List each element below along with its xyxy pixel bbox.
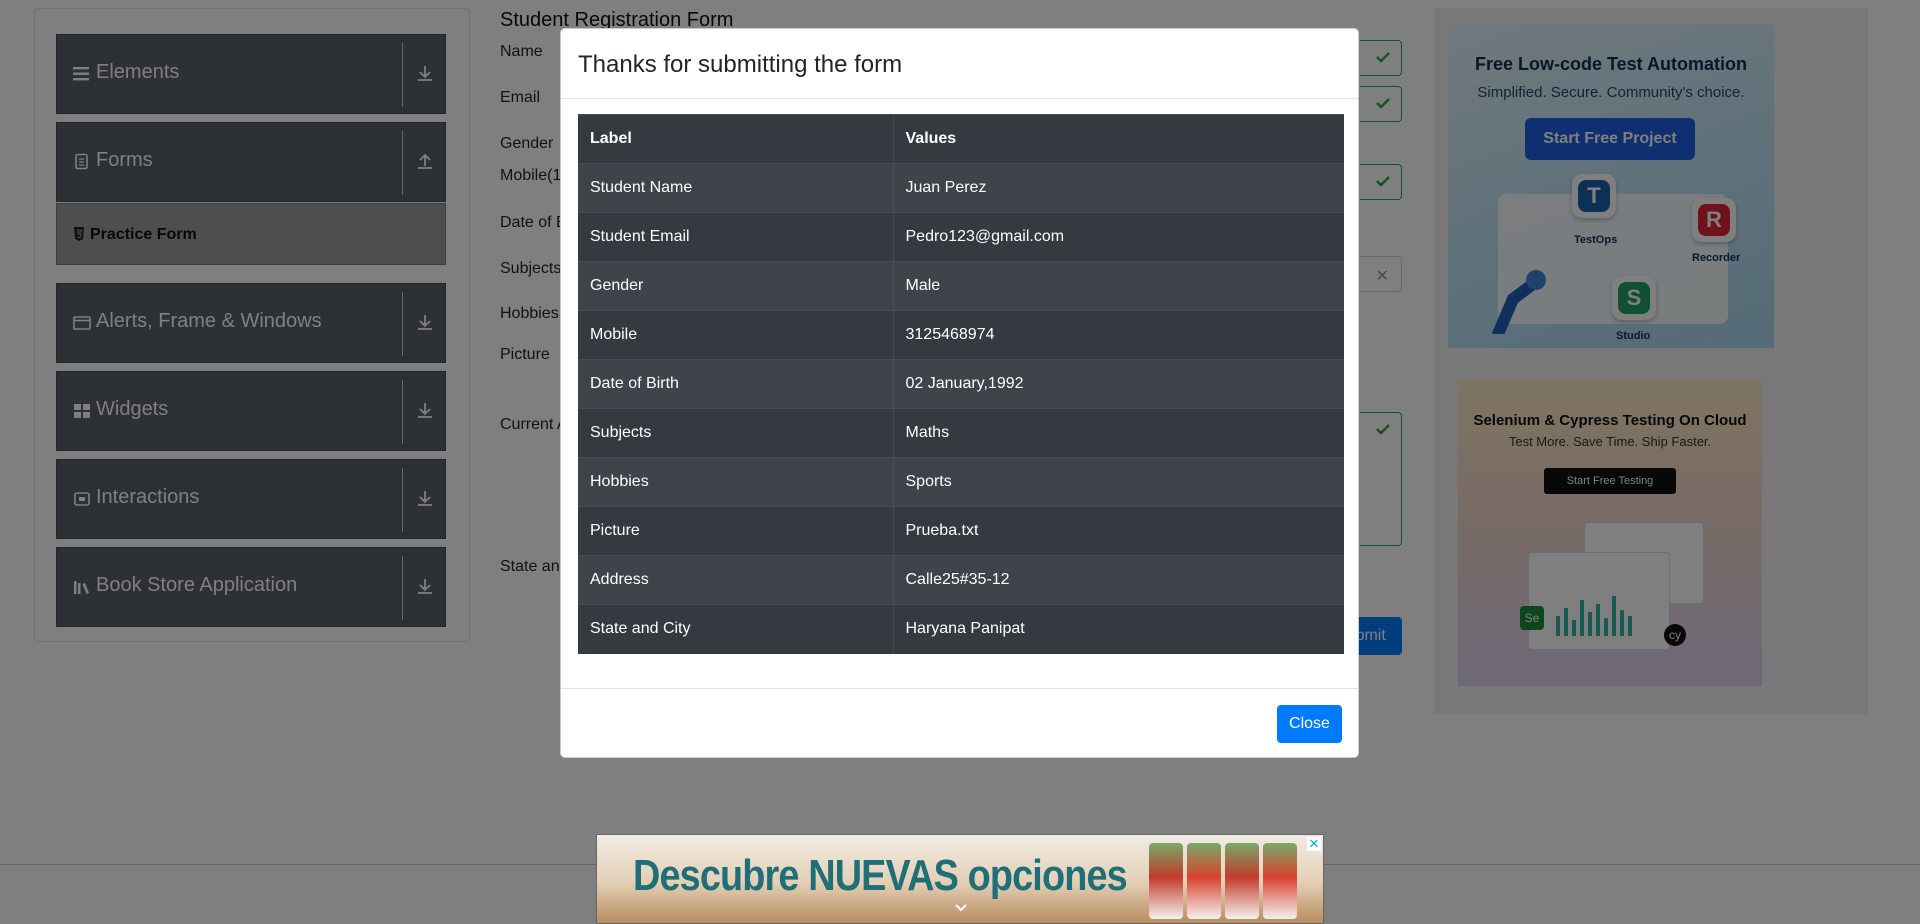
modal-header: Thanks for submitting the form — [561, 29, 1358, 99]
table-row: Hobbies Sports — [578, 457, 1344, 507]
modal-body: Label Values Student Name Juan Perez Stud… — [578, 114, 1344, 654]
modal-footer: Close — [561, 688, 1358, 759]
column-header-values: Values — [893, 114, 1344, 164]
close-button[interactable]: Close — [1277, 705, 1342, 743]
row-value: Prueba.txt — [893, 506, 1344, 556]
row-label: Student Email — [578, 212, 894, 262]
table-row: Mobile 3125468974 — [578, 310, 1344, 360]
row-label: Mobile — [578, 310, 894, 360]
row-value: Calle25#35-12 — [893, 555, 1344, 605]
chevron-down-icon[interactable] — [953, 899, 969, 915]
table-row: Picture Prueba.txt — [578, 506, 1344, 556]
submission-table: Label Values Student Name Juan Perez Stud… — [578, 114, 1344, 654]
row-value: 02 January,1992 — [893, 359, 1344, 409]
submission-modal: Thanks for submitting the form Label Val… — [560, 28, 1359, 758]
row-label: State and City — [578, 604, 894, 654]
product-can-image — [1225, 843, 1259, 919]
row-label: Address — [578, 555, 894, 605]
row-label: Gender — [578, 261, 894, 311]
table-row: Address Calle25#35-12 — [578, 555, 1344, 605]
row-label: Date of Birth — [578, 359, 894, 409]
table-row: Subjects Maths — [578, 408, 1344, 458]
product-can-image — [1187, 843, 1221, 919]
table-row: Student Name Juan Perez — [578, 163, 1344, 213]
row-label: Student Name — [578, 163, 894, 213]
row-value: Male — [893, 261, 1344, 311]
row-value: Pedro123@gmail.com — [893, 212, 1344, 262]
row-value: Juan Perez — [893, 163, 1344, 213]
column-header-label: Label — [578, 114, 894, 164]
row-value: 3125468974 — [893, 310, 1344, 360]
table-row: State and City Haryana Panipat — [578, 604, 1344, 654]
bottom-banner-ad[interactable]: Descubre NUEVAS opciones ✕ — [596, 834, 1324, 924]
banner-headline: Descubre NUEVAS opciones — [633, 851, 1128, 900]
product-can-image — [1149, 843, 1183, 919]
row-value: Haryana Panipat — [893, 604, 1344, 654]
row-label: Subjects — [578, 408, 894, 458]
table-header-row: Label Values — [578, 114, 1344, 164]
row-label: Picture — [578, 506, 894, 556]
table-row: Student Email Pedro123@gmail.com — [578, 212, 1344, 262]
close-ad-icon[interactable]: ✕ — [1307, 837, 1321, 851]
row-value: Sports — [893, 457, 1344, 507]
table-row: Gender Male — [578, 261, 1344, 311]
modal-title: Thanks for submitting the form — [578, 51, 903, 78]
row-value: Maths — [893, 408, 1344, 458]
row-label: Hobbies — [578, 457, 894, 507]
product-can-image — [1263, 843, 1297, 919]
table-row: Date of Birth 02 January,1992 — [578, 359, 1344, 409]
